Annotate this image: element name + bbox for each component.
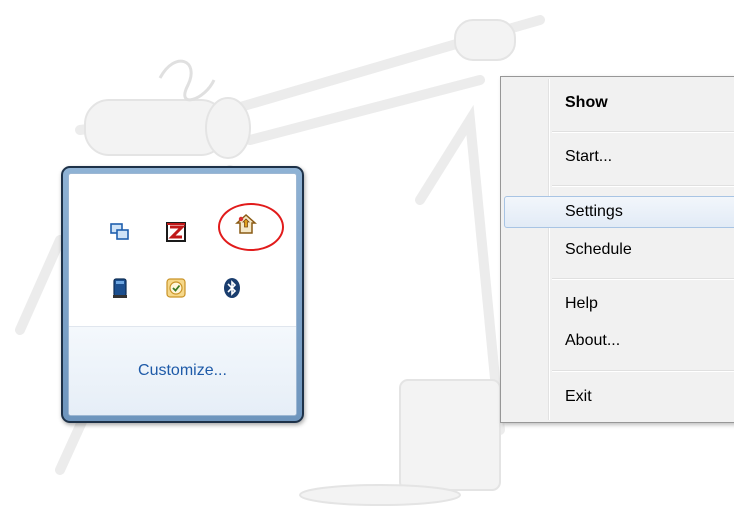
menu-item-help[interactable]: Help bbox=[504, 288, 734, 320]
menu-separator bbox=[552, 131, 734, 133]
flyout-body: Customize... bbox=[68, 173, 297, 416]
menu-item-schedule[interactable]: Schedule bbox=[504, 234, 734, 266]
tray-context-menu: Show Start... Settings Schedule Help Abo… bbox=[500, 76, 734, 423]
tray-icon-grid bbox=[69, 174, 296, 326]
menu-separator bbox=[552, 185, 734, 187]
bluetooth-icon[interactable] bbox=[219, 275, 245, 301]
menu-item-settings[interactable]: Settings bbox=[504, 196, 734, 228]
menu-item-exit[interactable]: Exit bbox=[504, 381, 734, 413]
menu-separator bbox=[552, 278, 734, 280]
notification-area-overflow-flyout: Customize... bbox=[61, 166, 304, 423]
network-monitor-icon[interactable] bbox=[107, 219, 133, 245]
backup-app-icon[interactable] bbox=[233, 212, 259, 238]
outlook-reminder-icon[interactable] bbox=[163, 275, 189, 301]
menu-item-show[interactable]: Show bbox=[504, 87, 734, 119]
menu-item-about[interactable]: About... bbox=[504, 325, 734, 357]
flyout-footer: Customize... bbox=[69, 327, 296, 415]
server-icon[interactable] bbox=[107, 275, 133, 301]
customize-link[interactable]: Customize... bbox=[138, 362, 227, 380]
menu-item-start[interactable]: Start... bbox=[504, 141, 734, 173]
menu-separator bbox=[552, 370, 734, 372]
filezilla-icon[interactable] bbox=[163, 219, 189, 245]
